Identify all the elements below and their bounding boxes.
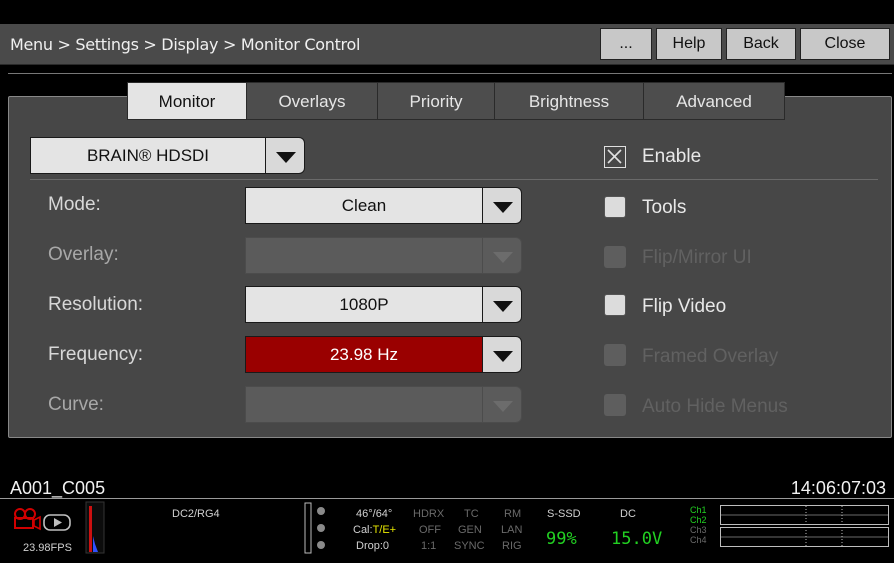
- rm-label: RM: [504, 508, 522, 520]
- resolution-select[interactable]: 1080P: [245, 286, 483, 323]
- check-x-icon: [607, 149, 622, 164]
- media-value: 99%: [546, 529, 577, 549]
- drop-readout: Drop:0: [356, 540, 390, 552]
- frequency-select[interactable]: 23.98 Hz: [245, 336, 483, 373]
- auto-hide-menus-label: Auto Hide Menus: [642, 396, 788, 417]
- status-divider: [0, 498, 894, 499]
- hdrx-ratio: 1:1: [421, 540, 437, 552]
- tc-value: GEN: [458, 524, 482, 536]
- mode-select[interactable]: Clean: [245, 187, 483, 224]
- histogram: [85, 501, 105, 554]
- chevron-down-icon: [493, 301, 513, 312]
- flip-mirror-ui-checkbox: [604, 246, 626, 268]
- overlay-label: Overlay:: [48, 244, 119, 265]
- audio-meters: [720, 505, 889, 547]
- rm-value: LAN: [501, 524, 523, 536]
- chevron-down-icon: [493, 351, 513, 362]
- fps-readout: 23.98FPS: [23, 542, 72, 554]
- tools-label: Tools: [642, 197, 687, 218]
- back-button[interactable]: Back: [726, 28, 796, 60]
- cal-readout: Cal:T/E+: [353, 524, 397, 536]
- iso-readout: 46°/64°: [356, 508, 393, 520]
- more-button[interactable]: ...: [600, 28, 652, 60]
- mode-label: Mode:: [48, 194, 101, 215]
- auto-hide-menus-checkbox: [604, 394, 626, 416]
- tc-label: TC: [464, 508, 479, 520]
- flip-video-checkbox[interactable]: [604, 294, 626, 316]
- timecode: 14:06:07:03: [790, 478, 886, 498]
- framed-overlay-label: Framed Overlay: [642, 346, 779, 367]
- indicator-lights: [304, 502, 325, 554]
- tab-priority[interactable]: Priority: [377, 82, 495, 120]
- chevron-down-icon: [493, 401, 513, 412]
- tools-checkbox[interactable]: [604, 196, 626, 218]
- audio-channel-labels: Ch1 Ch2 Ch3 Ch4: [690, 505, 707, 545]
- tab-brightness[interactable]: Brightness: [494, 82, 644, 120]
- overlay-select: [245, 237, 483, 274]
- help-button[interactable]: Help: [656, 28, 722, 60]
- frequency-select-arrow[interactable]: [482, 336, 522, 373]
- flip-video-label: Flip Video: [642, 296, 727, 317]
- power-value: 15.0V: [611, 529, 663, 549]
- hdrx-label: HDRX: [413, 508, 445, 520]
- curve-select: [245, 386, 483, 423]
- divider: [30, 179, 878, 180]
- chevron-down-icon: [493, 202, 513, 213]
- record-camera-icon: [14, 508, 71, 531]
- clip-name: A001_C005: [10, 478, 106, 498]
- chevron-down-icon: [276, 152, 296, 163]
- overlay-select-arrow: [482, 237, 522, 274]
- power-label: DC: [620, 508, 636, 520]
- tc-sync: SYNC: [454, 540, 485, 552]
- output-select[interactable]: BRAIN® HDSDI: [30, 137, 266, 174]
- resolution-label: Resolution:: [48, 294, 144, 315]
- frequency-label: Frequency:: [48, 344, 144, 365]
- curve-label: Curve:: [48, 394, 104, 415]
- tab-monitor[interactable]: Monitor: [127, 82, 247, 120]
- tab-overlays[interactable]: Overlays: [246, 82, 378, 120]
- framed-overlay-checkbox: [604, 344, 626, 366]
- curve-select-arrow: [482, 386, 522, 423]
- rm-rig: RIG: [502, 540, 522, 552]
- hdrx-value: OFF: [419, 524, 441, 536]
- output-select-arrow[interactable]: [265, 137, 305, 174]
- resolution-select-arrow[interactable]: [482, 286, 522, 323]
- enable-label: Enable: [642, 146, 702, 167]
- mode-select-arrow[interactable]: [482, 187, 522, 224]
- close-button[interactable]: Close: [800, 28, 890, 60]
- chevron-down-icon: [493, 252, 513, 263]
- flip-mirror-ui-label: Flip/Mirror UI: [642, 247, 752, 268]
- enable-checkbox[interactable]: [604, 146, 626, 168]
- color-space: DC2/RG4: [172, 508, 220, 520]
- media-label: S-SSD: [547, 508, 581, 520]
- breadcrumb: Menu > Settings > Display > Monitor Cont…: [10, 35, 361, 54]
- tab-advanced[interactable]: Advanced: [643, 82, 785, 120]
